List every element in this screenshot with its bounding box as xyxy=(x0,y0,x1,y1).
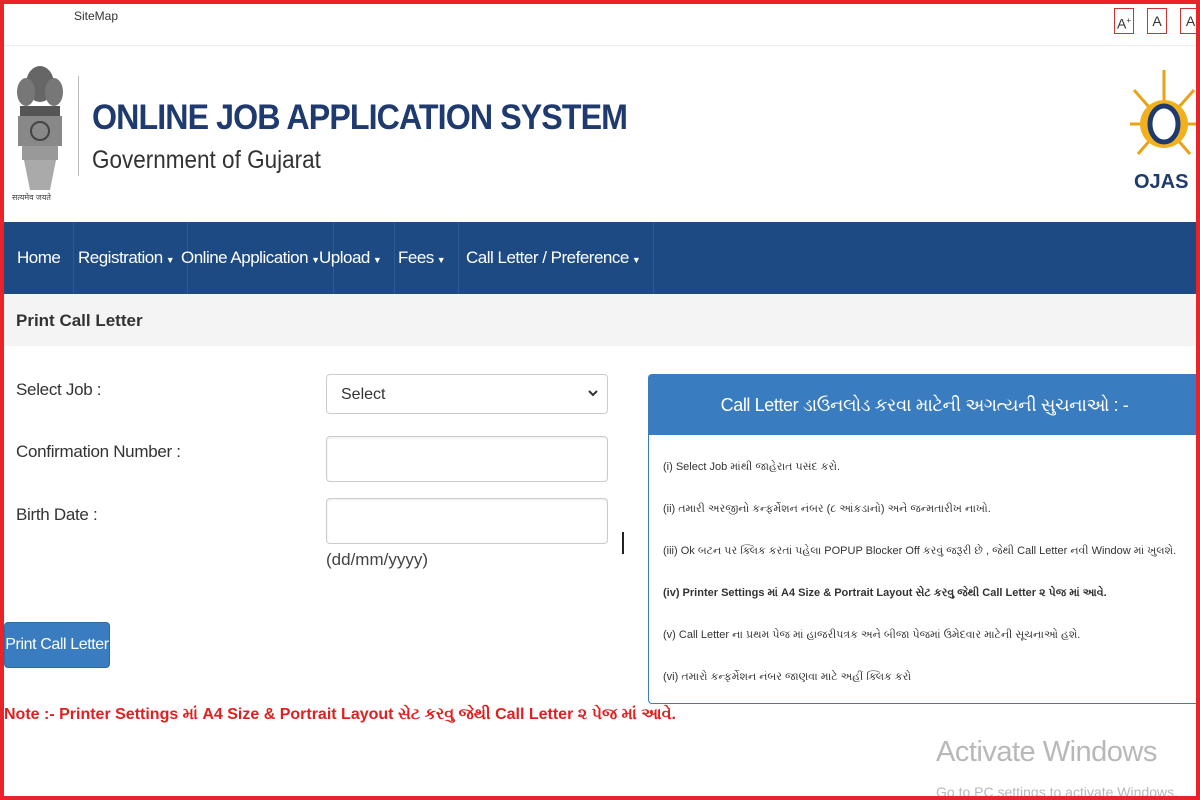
emblem-motto: सत्यमेव जयते xyxy=(12,193,51,202)
confirmation-number-input[interactable] xyxy=(326,436,608,482)
instruction-item: (i) Select Job માંથી જાહેરાત પસંદ કરો. xyxy=(663,461,841,473)
top-bar: SiteMap A+ A A xyxy=(0,0,1200,46)
font-increase-label: A xyxy=(1116,15,1127,32)
ojas-logo-icon: OJAS xyxy=(1130,70,1198,193)
font-normal-button[interactable]: A xyxy=(1147,8,1167,34)
nav-home-label: Home xyxy=(17,248,61,267)
nav-call-letter[interactable]: Call Letter / Preference ▼ xyxy=(453,222,655,294)
instruction-item: (v) Call Letter ના પ્રથમ પેજ માં હાજરીપત… xyxy=(663,629,1081,641)
font-increase-button[interactable]: A+ xyxy=(1114,8,1134,34)
font-decrease-button[interactable]: A xyxy=(1180,8,1200,34)
confirmation-number-label: Confirmation Number : xyxy=(16,442,181,461)
birth-date-label: Birth Date : xyxy=(16,505,98,524)
text-cursor xyxy=(622,532,624,554)
confirmation-lookup-link[interactable]: (vi) તમારો કન્ફર્મેશન નંબર જાણવા માટે અહ… xyxy=(663,671,911,684)
page-heading-bar: Print Call Letter xyxy=(0,294,1200,346)
activate-windows-watermark: Activate Windows xyxy=(936,736,1157,768)
nav-online-application-label: Online Application xyxy=(181,248,309,267)
font-increase-sup: + xyxy=(1126,16,1131,25)
site-header: सत्यमेव जयते ONLINE JOB APPLICATION SYST… xyxy=(0,48,1200,222)
ashoka-emblem-icon xyxy=(17,66,63,190)
instruction-item: (iii) Ok બટન પર ક્લિક કરતાં પહેલા POPUP … xyxy=(663,545,1177,557)
nav-fees-label: Fees xyxy=(398,248,434,267)
sitemap-link[interactable]: SiteMap xyxy=(74,9,118,23)
nav-call-letter-label: Call Letter / Preference xyxy=(466,248,629,267)
main-nav: Home Registration ▼ Online Application ▼ U… xyxy=(0,222,1200,294)
caret-down-icon: ▼ xyxy=(372,255,382,265)
select-job-value: Select xyxy=(341,386,386,403)
nav-upload[interactable]: Upload ▼ xyxy=(306,222,396,294)
site-subtitle: Government of Gujarat xyxy=(92,146,321,174)
ojas-logo-text: OJAS xyxy=(1134,171,1188,193)
birth-date-format-hint: (dd/mm/yyyy) xyxy=(326,550,428,569)
instructions-panel: Call Letter ડાઉનલોડ કરવા માટેની અગત્યની … xyxy=(648,374,1200,704)
select-job-dropdown[interactable]: Select xyxy=(326,374,608,414)
instruction-item: (iv) Printer Settings માં A4 Size & Port… xyxy=(663,587,1107,599)
chevron-down-icon xyxy=(588,390,598,397)
header-divider xyxy=(78,76,79,176)
printer-note: Note :- Printer Settings માં A4 Size & P… xyxy=(4,706,676,723)
site-title: ONLINE JOB APPLICATION SYSTEM xyxy=(92,98,628,137)
instruction-item: (ii) તમારી અરજીનો કન્ફર્મેશન નંબર (૮ આંક… xyxy=(663,503,991,515)
activate-windows-subtext: Go to PC settings to activate Windows. xyxy=(936,784,1178,800)
caret-down-icon: ▼ xyxy=(436,255,446,265)
nav-home[interactable]: Home xyxy=(4,222,75,294)
caret-down-icon: ▼ xyxy=(631,255,641,265)
birth-date-input[interactable] xyxy=(326,498,608,544)
nav-registration-label: Registration xyxy=(78,248,163,267)
nav-fees[interactable]: Fees ▼ xyxy=(385,222,460,294)
select-job-label: Select Job : xyxy=(16,380,102,399)
instructions-heading: Call Letter ડાઉનલોડ કરવા માટેની અગત્યની … xyxy=(649,375,1200,435)
page-title: Print Call Letter xyxy=(16,311,143,330)
print-call-letter-button[interactable]: Print Call Letter xyxy=(4,622,110,668)
nav-upload-label: Upload xyxy=(319,248,370,267)
